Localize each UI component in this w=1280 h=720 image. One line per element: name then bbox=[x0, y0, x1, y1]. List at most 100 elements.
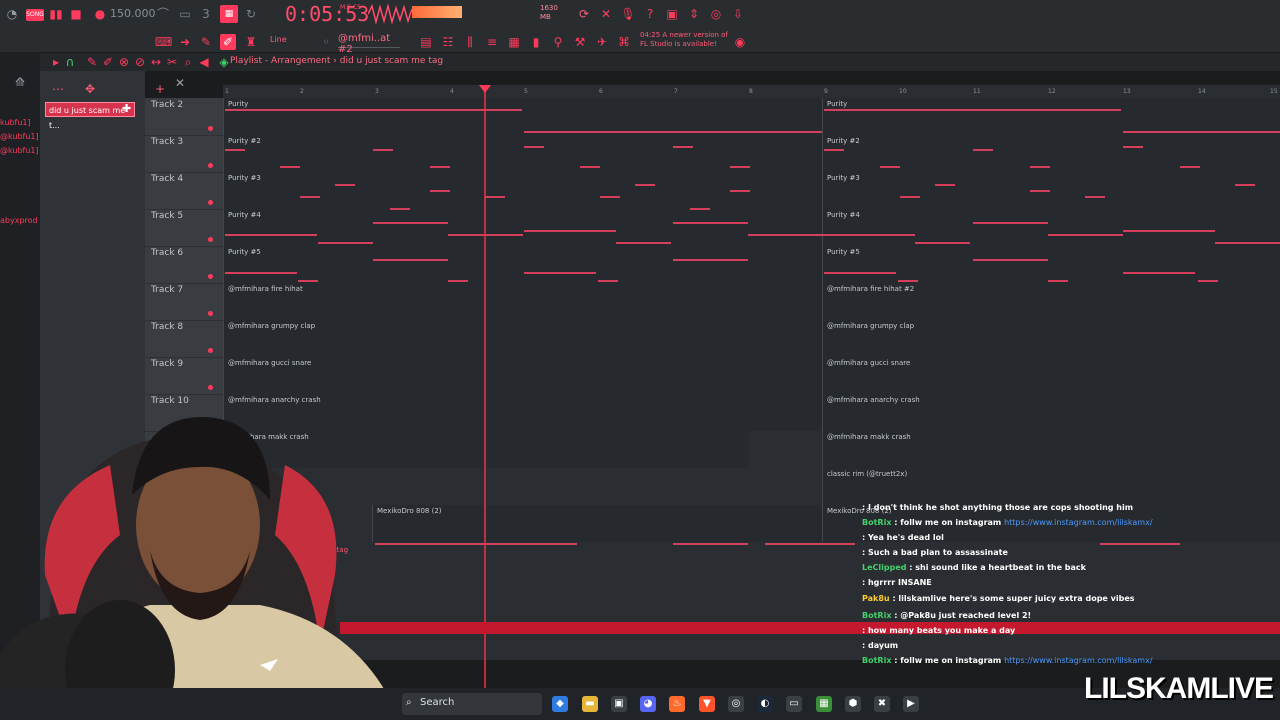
close-audio-icon[interactable]: ✕ bbox=[598, 6, 614, 22]
pattern-clip[interactable]: @mfmihara gucci snare bbox=[223, 357, 823, 394]
playhead[interactable] bbox=[484, 85, 486, 695]
paint-icon[interactable]: ✐ bbox=[220, 34, 236, 50]
channel-rack-icon[interactable]: ☷ bbox=[440, 34, 456, 50]
pattern-clip[interactable]: Purity #4 bbox=[223, 209, 823, 246]
track-header[interactable]: Track 8 bbox=[145, 320, 223, 358]
obs-icon[interactable]: ◎ bbox=[728, 696, 744, 712]
picker-add-icon[interactable]: + bbox=[152, 81, 168, 97]
track-led-icon[interactable] bbox=[208, 126, 213, 131]
pattern-clip[interactable]: @mfmihara gucci snare bbox=[822, 357, 1280, 394]
pattern-clip[interactable]: @mfmihara grumpy clap bbox=[223, 320, 823, 357]
pattern-clip[interactable]: Purity #5 bbox=[822, 246, 1280, 283]
browser-toggle-icon[interactable]: ⟰ bbox=[12, 74, 28, 90]
stamp-icon[interactable]: ♜ bbox=[243, 34, 259, 50]
minecraft-icon[interactable]: ▦ bbox=[816, 696, 832, 712]
track-header[interactable]: Track 4 bbox=[145, 172, 223, 210]
pattern-clip[interactable]: MexikoDro 808 (2) bbox=[372, 505, 823, 542]
pattern-clip[interactable]: Purity #5 bbox=[223, 246, 823, 283]
pattern-clip[interactable]: @mfmihara grumpy clap bbox=[822, 320, 1280, 357]
download-icon[interactable]: ⇩ bbox=[730, 6, 746, 22]
track-led-icon[interactable] bbox=[208, 311, 213, 316]
chat-link[interactable]: https://www.instagram.com/lilskamx/ bbox=[1004, 656, 1152, 665]
track-header[interactable]: Track 3 bbox=[145, 135, 223, 173]
play-icon[interactable]: ▮▮ bbox=[48, 6, 64, 22]
metronome-icon[interactable]: ⌒ bbox=[155, 6, 171, 22]
mixer-icon[interactable]: ⇕ bbox=[686, 6, 702, 22]
picker-audio-icon[interactable]: ✥ bbox=[82, 81, 98, 97]
brave-icon[interactable]: ▼ bbox=[699, 696, 715, 712]
stop-icon[interactable]: ■ bbox=[68, 6, 84, 22]
arrow-right-icon[interactable]: ➜ bbox=[177, 34, 193, 50]
record-icon[interactable]: ● bbox=[92, 6, 108, 22]
pattern-clip[interactable]: Purity #3 bbox=[822, 172, 1280, 209]
pencil-icon[interactable]: ✎ bbox=[198, 34, 214, 50]
save-icon[interactable]: ▣ bbox=[664, 6, 680, 22]
help-icon[interactable]: ? bbox=[642, 6, 658, 22]
playhead-marker-icon[interactable] bbox=[479, 85, 491, 93]
plus-icon[interactable]: ✚ bbox=[122, 103, 134, 115]
track-header[interactable]: Track 5 bbox=[145, 209, 223, 247]
pattern-clip[interactable]: @mfmihara makk crash bbox=[822, 431, 1280, 468]
keyboard-icon[interactable]: ⌨ bbox=[155, 34, 172, 50]
delete-tool-icon[interactable]: ⊗ bbox=[116, 54, 132, 70]
4k-icon[interactable]: ⬢ bbox=[845, 696, 861, 712]
track-led-icon[interactable] bbox=[208, 237, 213, 242]
arrangement-name[interactable]: did u just scam me tag bbox=[340, 56, 443, 66]
pattern-selector[interactable]: @mfmi..at #2 bbox=[338, 33, 400, 55]
pattern-clip[interactable]: @mfmihara anarchy crash bbox=[822, 394, 1280, 431]
hint-icon[interactable]: ◔ bbox=[4, 6, 20, 22]
store-icon[interactable]: ▣ bbox=[611, 696, 627, 712]
update-notice[interactable]: 04:25 A newer version of FL Studio is av… bbox=[640, 31, 730, 51]
plug-icon[interactable]: ⚲ bbox=[550, 34, 566, 50]
piano-roll-icon[interactable]: ≡ bbox=[484, 34, 500, 50]
browser-icon[interactable]: ▤ bbox=[418, 34, 434, 50]
track-header[interactable]: Track 9 bbox=[145, 357, 223, 395]
plugin-icon[interactable]: ▮ bbox=[528, 34, 544, 50]
playlist-icon[interactable]: ▦ bbox=[506, 34, 522, 50]
track-led-icon[interactable] bbox=[208, 385, 213, 390]
capcut-icon[interactable]: ✖ bbox=[874, 696, 890, 712]
track-header[interactable]: Track 2 bbox=[145, 98, 223, 136]
playback-tool-icon[interactable]: ◀ bbox=[196, 54, 212, 70]
pattern-clip[interactable]: @mfmihara fire hihat #2 bbox=[822, 283, 1280, 320]
fl-studio-icon[interactable]: ♨ bbox=[669, 696, 685, 712]
copilot-icon[interactable]: ◆ bbox=[552, 696, 568, 712]
pattern-clip[interactable]: Purity bbox=[223, 98, 823, 135]
track-header[interactable]: Track 7 bbox=[145, 283, 223, 321]
update-icon[interactable]: ◉ bbox=[732, 34, 748, 50]
browser-item[interactable]: abyxprod bbox=[0, 216, 40, 225]
track-led-icon[interactable] bbox=[208, 274, 213, 279]
master-volume-meter[interactable] bbox=[412, 6, 462, 18]
picker-patterns-icon[interactable]: ⋯ bbox=[50, 81, 66, 97]
script-icon[interactable]: ⌘ bbox=[616, 34, 632, 50]
song-mode-button[interactable]: SONG bbox=[26, 9, 44, 21]
app-icon[interactable]: ▭ bbox=[786, 696, 802, 712]
folder-icon[interactable]: ▬ bbox=[582, 696, 598, 712]
wrench-icon[interactable]: ⚒ bbox=[572, 34, 588, 50]
slip-tool-icon[interactable]: ↔ bbox=[148, 54, 164, 70]
track-led-icon[interactable] bbox=[208, 200, 213, 205]
media-player-icon[interactable]: ▶ bbox=[903, 696, 919, 712]
pattern-clip[interactable]: Purity #4 bbox=[822, 209, 1280, 246]
chat-icon[interactable]: ◎ bbox=[708, 6, 724, 22]
slice-tool-icon[interactable]: ✂ bbox=[164, 54, 180, 70]
snap-icon[interactable]: ◦ bbox=[318, 34, 334, 50]
refresh-icon[interactable]: ⟳ bbox=[576, 6, 592, 22]
browser-item[interactable]: @kubfu1] bbox=[0, 132, 40, 141]
loop-record-icon[interactable]: ↻ bbox=[243, 6, 259, 22]
mixer-icon-2[interactable]: ⫼ bbox=[462, 34, 478, 50]
picker-close-icon[interactable]: ✕ bbox=[172, 75, 188, 91]
track-led-icon[interactable] bbox=[208, 163, 213, 168]
mic-icon[interactable]: 🎙 bbox=[620, 6, 636, 22]
mute-tool-icon[interactable]: ⊘ bbox=[132, 54, 148, 70]
browser-item[interactable]: kubfu1] bbox=[0, 118, 40, 127]
pattern-clip[interactable]: @mfmihara fire hihat bbox=[223, 283, 823, 320]
touch-icon[interactable]: ✈ bbox=[594, 34, 610, 50]
wait-icon[interactable]: ▭ bbox=[177, 6, 193, 22]
magnet-icon[interactable]: ∩ bbox=[62, 54, 78, 70]
discord-icon[interactable]: ◕ bbox=[640, 696, 656, 712]
zoom-tool-icon[interactable]: ⌕ bbox=[180, 54, 196, 70]
track-header[interactable]: Track 6 bbox=[145, 246, 223, 284]
snap-selector[interactable]: Line bbox=[270, 35, 310, 47]
draw-icon[interactable]: ✎ bbox=[84, 54, 100, 70]
